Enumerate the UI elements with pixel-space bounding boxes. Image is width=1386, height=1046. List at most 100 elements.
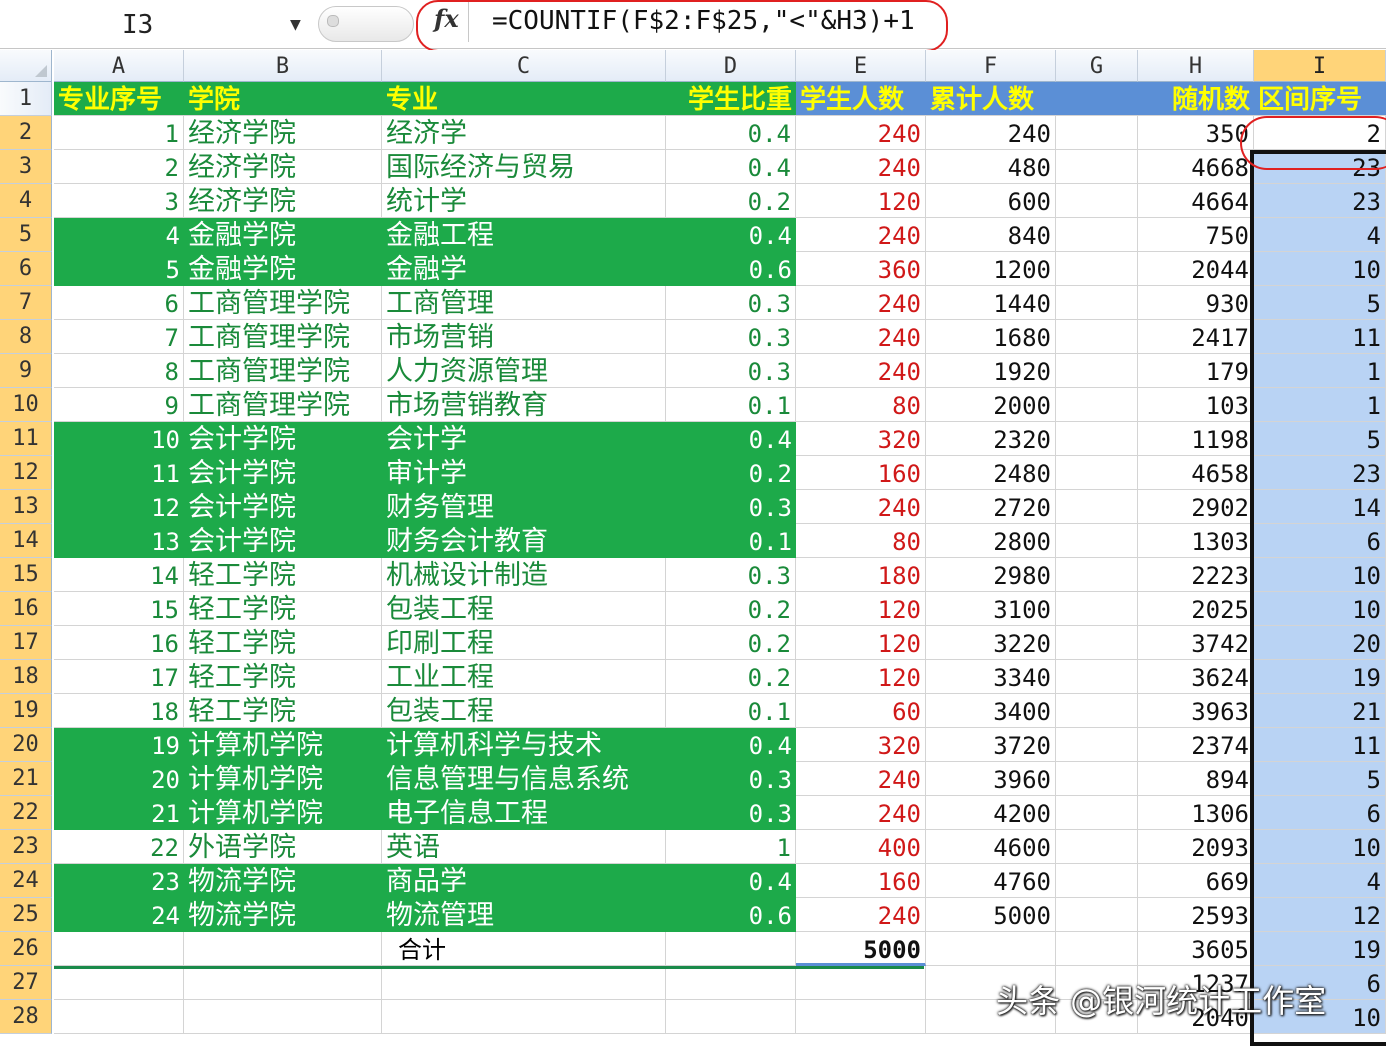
cell-c1[interactable]: 专业 [382,82,666,116]
row-header[interactable]: 4 [0,184,52,218]
cell-d15[interactable]: 0.3 [666,558,796,592]
cell-g16[interactable] [1056,592,1138,626]
cell-b10[interactable]: 工商管理学院 [184,388,382,422]
cell-d5[interactable]: 0.4 [666,218,796,252]
cell-e8[interactable]: 240 [796,320,926,354]
column-header-f[interactable]: F [926,50,1056,82]
cell-h8[interactable]: 2417 [1138,320,1254,354]
cell-e10[interactable]: 80 [796,388,926,422]
cell-e26[interactable]: 5000 [796,932,926,966]
cell-d18[interactable]: 0.2 [666,660,796,694]
cell-d22[interactable]: 0.3 [666,796,796,830]
cell-g24[interactable] [1056,864,1138,898]
column-header-i[interactable]: I [1254,50,1386,82]
cell-b17[interactable]: 轻工学院 [184,626,382,660]
cell-h17[interactable]: 3742 [1138,626,1254,660]
cell-b23[interactable]: 外语学院 [184,830,382,864]
cell-a5[interactable]: 4 [54,218,184,252]
cell-g8[interactable] [1056,320,1138,354]
row-header[interactable]: 9 [0,354,52,388]
cell-f15[interactable]: 2980 [926,558,1056,592]
cell-a18[interactable]: 17 [54,660,184,694]
cell-c25[interactable]: 物流管理 [382,898,666,932]
cell-g22[interactable] [1056,796,1138,830]
cell-b13[interactable]: 会计学院 [184,490,382,524]
cell-d28[interactable] [666,1000,796,1034]
row-header[interactable]: 5 [0,218,52,252]
cell-e4[interactable]: 120 [796,184,926,218]
cell-c10[interactable]: 市场营销教育 [382,388,666,422]
cell-g23[interactable] [1056,830,1138,864]
cell-c19[interactable]: 包装工程 [382,694,666,728]
cell-e14[interactable]: 80 [796,524,926,558]
cell-c21[interactable]: 信息管理与信息系统 [382,762,666,796]
cell-b2[interactable]: 经济学院 [184,116,382,150]
cell-b22[interactable]: 计算机学院 [184,796,382,830]
cell-b12[interactable]: 会计学院 [184,456,382,490]
row-header[interactable]: 24 [0,864,52,898]
row-header[interactable]: 7 [0,286,52,320]
row-header[interactable]: 8 [0,320,52,354]
column-header-g[interactable]: G [1056,50,1138,82]
cell-g1[interactable] [1056,82,1138,116]
cell-c28[interactable] [382,1000,666,1034]
cell-d24[interactable]: 0.4 [666,864,796,898]
cell-d20[interactable]: 0.4 [666,728,796,762]
cell-h1[interactable]: 随机数 [1138,82,1254,116]
cell-c14[interactable]: 财务会计教育 [382,524,666,558]
cell-f17[interactable]: 3220 [926,626,1056,660]
cell-f14[interactable]: 2800 [926,524,1056,558]
cell-h6[interactable]: 2044 [1138,252,1254,286]
cell-h25[interactable]: 2593 [1138,898,1254,932]
cell-c26[interactable]: 合计 [382,932,666,966]
cell-f22[interactable]: 4200 [926,796,1056,830]
cell-g25[interactable] [1056,898,1138,932]
cell-h15[interactable]: 2223 [1138,558,1254,592]
cell-g6[interactable] [1056,252,1138,286]
cell-g13[interactable] [1056,490,1138,524]
cell-h23[interactable]: 2093 [1138,830,1254,864]
cell-c24[interactable]: 商品学 [382,864,666,898]
cell-a10[interactable]: 9 [54,388,184,422]
cell-c18[interactable]: 工业工程 [382,660,666,694]
cell-b18[interactable]: 轻工学院 [184,660,382,694]
cell-d6[interactable]: 0.6 [666,252,796,286]
cell-g11[interactable] [1056,422,1138,456]
row-header[interactable]: 3 [0,150,52,184]
cell-a14[interactable]: 13 [54,524,184,558]
cell-h18[interactable]: 3624 [1138,660,1254,694]
cell-g18[interactable] [1056,660,1138,694]
row-header[interactable]: 19 [0,694,52,728]
cell-e13[interactable]: 240 [796,490,926,524]
cell-f4[interactable]: 600 [926,184,1056,218]
cell-b25[interactable]: 物流学院 [184,898,382,932]
cell-f21[interactable]: 3960 [926,762,1056,796]
splitter-handle-icon[interactable] [327,15,339,27]
row-header[interactable]: 10 [0,388,52,422]
cell-f10[interactable]: 2000 [926,388,1056,422]
cell-b21[interactable]: 计算机学院 [184,762,382,796]
cell-a27[interactable] [54,966,184,1000]
cell-a20[interactable]: 19 [54,728,184,762]
cell-f8[interactable]: 1680 [926,320,1056,354]
cell-c2[interactable]: 经济学 [382,116,666,150]
cell-b27[interactable] [184,966,382,1000]
row-header[interactable]: 25 [0,898,52,932]
cell-e12[interactable]: 160 [796,456,926,490]
cell-d27[interactable] [666,966,796,1000]
cell-h7[interactable]: 930 [1138,286,1254,320]
cell-b19[interactable]: 轻工学院 [184,694,382,728]
column-header-b[interactable]: B [184,50,382,82]
column-header-e[interactable]: E [796,50,926,82]
row-header[interactable]: 11 [0,422,52,456]
cell-d9[interactable]: 0.3 [666,354,796,388]
cell-b28[interactable] [184,1000,382,1034]
cell-d7[interactable]: 0.3 [666,286,796,320]
cell-g5[interactable] [1056,218,1138,252]
cell-d19[interactable]: 0.1 [666,694,796,728]
row-header[interactable]: 26 [0,932,52,966]
cell-a7[interactable]: 6 [54,286,184,320]
cell-f20[interactable]: 3720 [926,728,1056,762]
formula-bar-divider[interactable] [318,6,414,42]
cell-a17[interactable]: 16 [54,626,184,660]
